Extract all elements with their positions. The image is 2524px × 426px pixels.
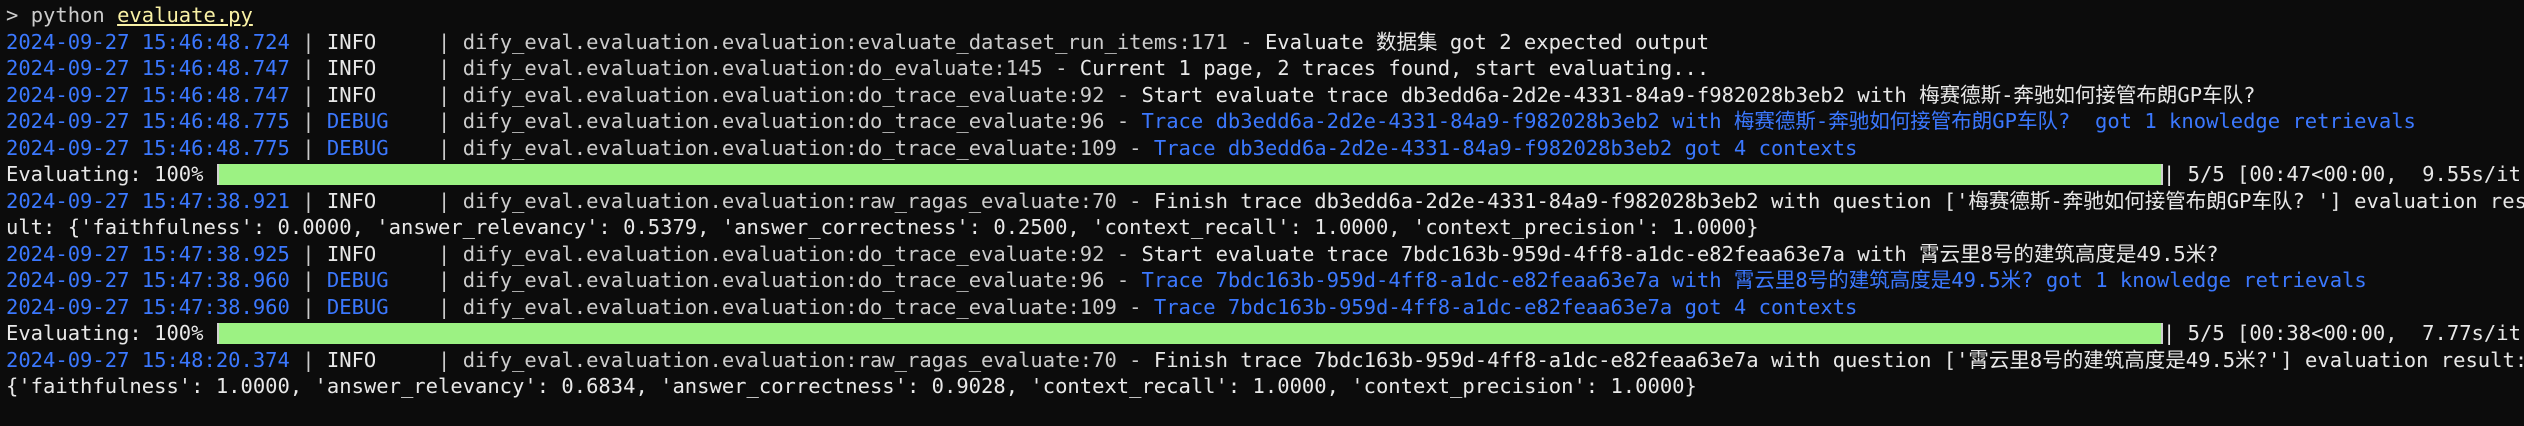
log-timestamp: 2024-09-27 15:47:38.921 (6, 188, 290, 213)
log-source: dify_eval.evaluation.evaluation:raw_raga… (462, 188, 1117, 213)
log-message: Trace 7bdc163b-959d-4ff8-a1dc-e82feaa63e… (1141, 268, 2367, 292)
log-line: 2024-09-27 15:47:38.960 | DEBUG | dify_e… (6, 294, 1858, 319)
log-line: 2024-09-27 15:48:20.374 | INFO | dify_ev… (6, 347, 2524, 374)
log-timestamp: 2024-09-27 15:46:48.775 (6, 135, 290, 160)
command-name: python (30, 3, 105, 27)
log-message: Finish trace db3edd6a-2d2e-4331-84a9-f98… (1153, 188, 2524, 213)
progress-stats: | 5/5 [00:38<00:00, 7.77s/it] (2163, 321, 2524, 345)
log-line: 2024-09-27 15:47:38.960 | DEBUG | dify_e… (6, 268, 2367, 292)
progress-line: Evaluating: 100% | 5/5 [00:47<00:00, 9.55… (6, 161, 2524, 188)
log-timestamp: 2024-09-27 15:47:38.925 (6, 241, 290, 266)
command-argument: evaluate.py (117, 3, 253, 27)
log-source: dify_eval.evaluation.evaluation:do_trace… (462, 109, 1105, 133)
log-timestamp: 2024-09-27 15:47:38.960 (6, 268, 290, 292)
log-line: 2024-09-27 15:46:48.775 | DEBUG | dify_e… (6, 109, 2416, 133)
log-source: dify_eval.evaluation.evaluation:do_trace… (462, 82, 1105, 107)
log-level: INFO (326, 347, 377, 372)
progress-bar-fill (219, 323, 2161, 344)
log-message: Start evaluate trace 7bdc163b-959d-4ff8-… (1141, 241, 2219, 266)
log-line-continuation: ult: {'faithfulness': 0.0000, 'answer_re… (6, 214, 2524, 241)
log-level: DEBUG (326, 268, 389, 292)
log-source: dify_eval.evaluation.evaluation:do_trace… (462, 268, 1105, 292)
log-source: dify_eval.evaluation.evaluation:evaluate… (462, 29, 1228, 54)
log-timestamp: 2024-09-27 15:46:48.747 (6, 82, 290, 107)
log-message: Start evaluate trace db3edd6a-2d2e-4331-… (1141, 82, 2256, 107)
log-timestamp: 2024-09-27 15:48:20.374 (6, 347, 290, 372)
log-line: 2024-09-27 15:47:38.921 | INFO | dify_ev… (6, 188, 2524, 215)
log-message: Trace db3edd6a-2d2e-4331-84a9-f982028b3e… (1141, 109, 2416, 133)
log-line: 2024-09-27 15:46:48.724 | INFO | dify_ev… (6, 29, 1710, 54)
log-message: Finish trace 7bdc163b-959d-4ff8-a1dc-e82… (1153, 347, 2524, 372)
log-source: dify_eval.evaluation.evaluation:do_trace… (462, 135, 1117, 160)
log-message: ult: {'faithfulness': 0.0000, 'answer_re… (6, 215, 1759, 239)
progress-stats: | 5/5 [00:47<00:00, 9.55s/it] (2163, 162, 2524, 186)
log-source: dify_eval.evaluation.evaluation:do_trace… (462, 241, 1105, 266)
log-level: INFO (326, 29, 377, 54)
progress-bar (217, 164, 2163, 185)
command-line: > python evaluate.py (6, 2, 2524, 29)
log-source: dify_eval.evaluation.evaluation:do_trace… (462, 294, 1117, 319)
log-timestamp: 2024-09-27 15:46:48.724 (6, 29, 290, 54)
progress-line: Evaluating: 100% | 5/5 [00:38<00:00, 7.77… (6, 320, 2524, 347)
log-line: 2024-09-27 15:46:48.747 | INFO | dify_ev… (6, 82, 2256, 107)
log-level: INFO (326, 82, 377, 107)
progress-label: Evaluating: 100% (6, 162, 204, 186)
log-line: 2024-09-27 15:46:48.775 | DEBUG | dify_e… (6, 135, 1858, 160)
log-level: INFO (326, 188, 377, 213)
progress-bar (217, 323, 2163, 344)
log-level: DEBUG (326, 135, 389, 160)
prompt-symbol: > (6, 3, 31, 27)
log-timestamp: 2024-09-27 15:46:48.775 (6, 109, 290, 133)
log-timestamp: 2024-09-27 15:46:48.747 (6, 56, 290, 80)
progress-bar-fill (219, 164, 2161, 185)
log-line-continuation: {'faithfulness': 1.0000, 'answer_relevan… (6, 373, 2524, 400)
log-level: INFO (326, 56, 377, 80)
progress-label: Evaluating: 100% (6, 321, 204, 345)
log-line: 2024-09-27 15:46:48.747 | INFO | dify_ev… (6, 56, 1710, 80)
log-source: dify_eval.evaluation.evaluation:do_evalu… (462, 56, 1043, 80)
log-timestamp: 2024-09-27 15:47:38.960 (6, 294, 290, 319)
log-message: Trace db3edd6a-2d2e-4331-84a9-f982028b3e… (1153, 135, 1858, 160)
log-level: DEBUG (326, 109, 389, 133)
log-message: Evaluate 数据集 got 2 expected output (1264, 29, 1710, 54)
log-message: {'faithfulness': 1.0000, 'answer_relevan… (6, 374, 1697, 398)
log-source: dify_eval.evaluation.evaluation:raw_raga… (462, 347, 1117, 372)
log-message: Trace 7bdc163b-959d-4ff8-a1dc-e82feaa63e… (1153, 294, 1858, 319)
terminal-window[interactable]: > python evaluate.py 2024-09-27 15:46:48… (0, 0, 2524, 426)
log-message: Current 1 page, 2 traces found, start ev… (1079, 56, 1710, 80)
log-level: DEBUG (326, 294, 389, 319)
log-output: 2024-09-27 15:46:48.724 | INFO | dify_ev… (6, 29, 2524, 400)
log-level: INFO (326, 241, 377, 266)
log-line: 2024-09-27 15:47:38.925 | INFO | dify_ev… (6, 241, 2219, 266)
